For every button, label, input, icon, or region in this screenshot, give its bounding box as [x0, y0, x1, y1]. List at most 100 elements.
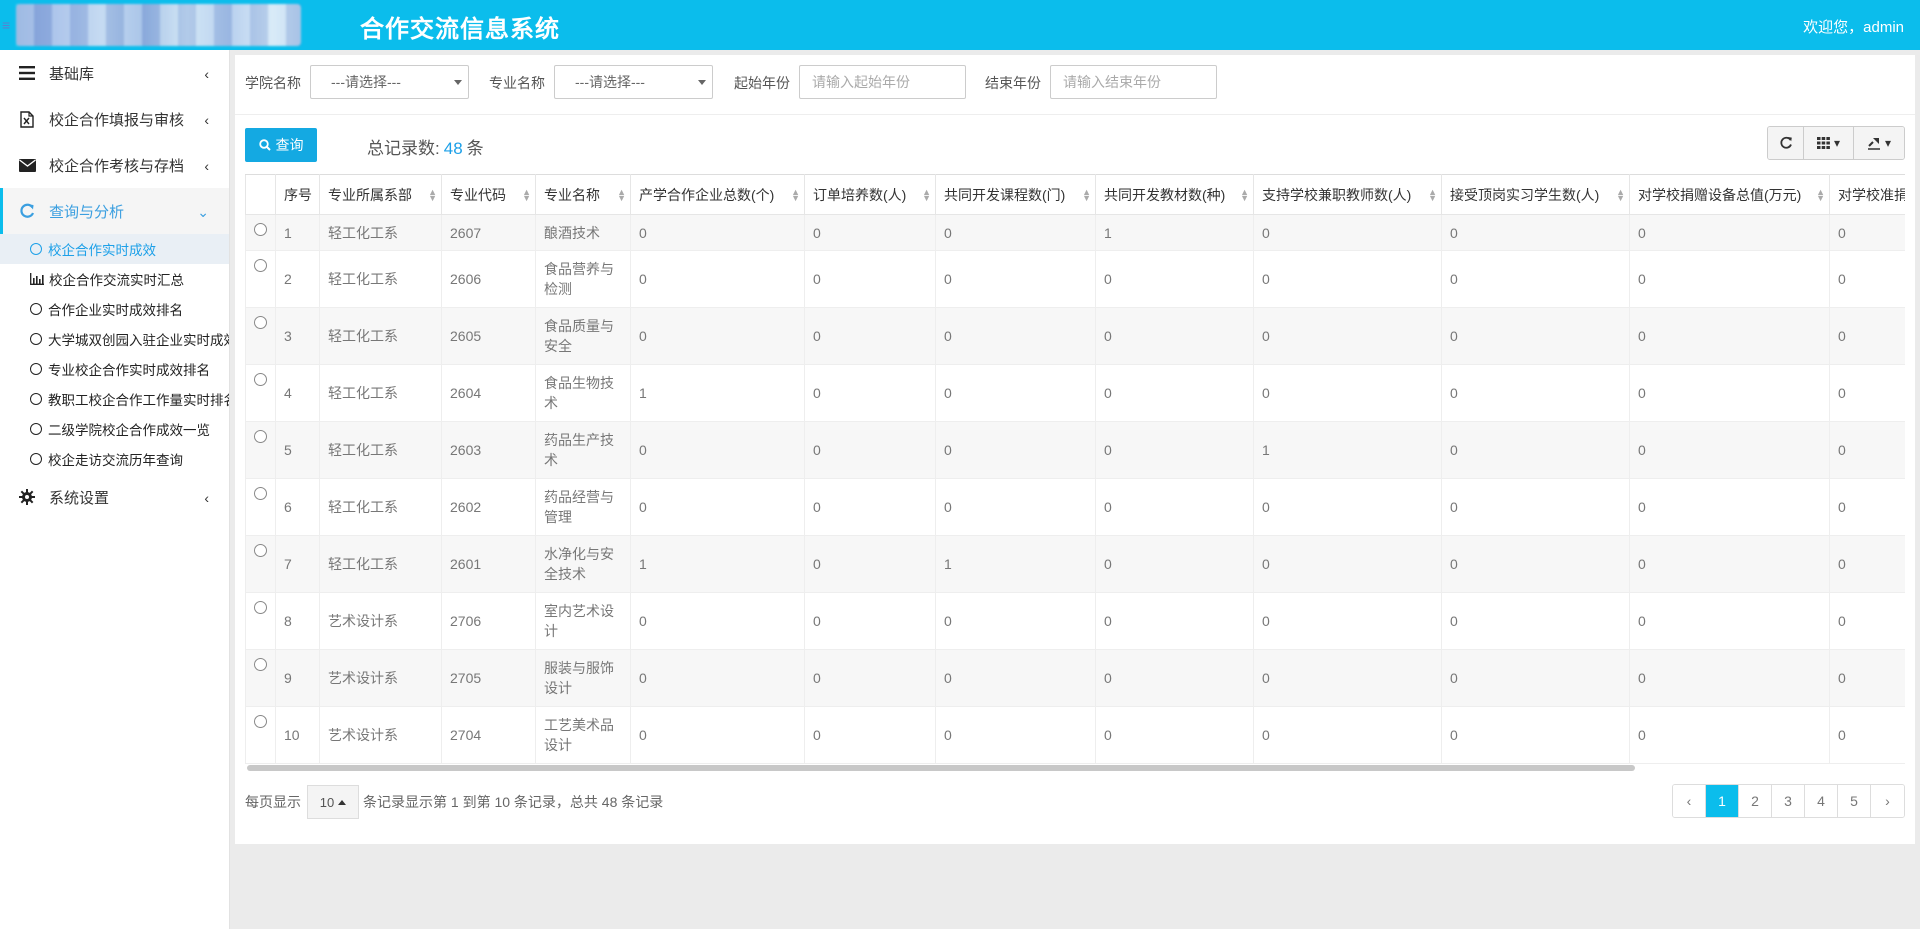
columns-toggle-button[interactable]: ▾ [1804, 127, 1854, 159]
table-cell: 药品经营与管理 [535, 478, 631, 536]
page-1-button[interactable]: 1 [1706, 785, 1739, 817]
header-courses[interactable]: 共同开发课程数(门) ▲ ▼ [935, 174, 1096, 215]
row-radio[interactable] [254, 430, 267, 443]
table-row[interactable]: 6 轻工化工系 2602 药品经营与管理 0 0 0 0 0 0 0 0 [245, 478, 1905, 536]
page-5-button[interactable]: 5 [1838, 785, 1871, 817]
table-row[interactable]: 9 艺术设计系 2705 服装与服饰设计 0 0 0 0 0 0 0 0 [245, 649, 1905, 707]
subitem-staff-workload[interactable]: 教职工校企合作工作量实时排名 [0, 384, 229, 414]
row-radio[interactable] [254, 715, 267, 728]
table-cell: 1 [1095, 214, 1254, 251]
logo-image [16, 4, 301, 46]
subitem-college-overview[interactable]: 二级学院校企合作成效一览 [0, 414, 229, 444]
sidebar-item-basic-library[interactable]: 基础库 ‹ [0, 50, 229, 96]
refresh-button[interactable] [1768, 127, 1804, 159]
circle-icon [30, 423, 42, 435]
subitem-realtime-summary[interactable]: 校企合作交流实时汇总 [0, 264, 229, 294]
row-radio[interactable] [254, 223, 267, 236]
header-more[interactable]: 对学校准捐 [1829, 174, 1905, 215]
row-radio[interactable] [254, 316, 267, 329]
page-size-value: 10 [319, 794, 335, 810]
header-major-name[interactable]: 专业名称 ▲ ▼ [535, 174, 631, 215]
header-order-training[interactable]: 订单培养数(人) ▲ ▼ [804, 174, 936, 215]
row-select-cell [245, 649, 276, 707]
table-cell: 0 [630, 478, 805, 536]
next-page-button[interactable]: › [1871, 785, 1904, 817]
page-3-button[interactable]: 3 [1772, 785, 1805, 817]
table-cell: 轻工化工系 [319, 307, 442, 365]
subitem-enterprise-ranking[interactable]: 合作企业实时成效排名 [0, 294, 229, 324]
subitem-startup-park[interactable]: 大学城双创园入驻企业实时成效 [0, 324, 229, 354]
header-major-code[interactable]: 专业代码 ▲ ▼ [441, 174, 536, 215]
table-cell: 0 [1829, 535, 1905, 593]
table-cell: 水净化与安全技术 [535, 535, 631, 593]
sort-icon: ▲ ▼ [522, 187, 531, 203]
row-radio[interactable] [254, 373, 267, 386]
prev-page-button[interactable]: ‹ [1673, 785, 1706, 817]
welcome-user[interactable]: 欢迎您，admin [1803, 16, 1904, 37]
table-cell: 0 [630, 214, 805, 251]
table-cell: 0 [804, 649, 936, 707]
table-cell: 0 [804, 214, 936, 251]
row-radio[interactable] [254, 544, 267, 557]
header-textbooks[interactable]: 共同开发教材数(种) ▲ ▼ [1095, 174, 1254, 215]
header-part-time-teachers[interactable]: 支持学校兼职教师数(人) ▲ ▼ [1253, 174, 1442, 215]
table-cell: 0 [1629, 307, 1830, 365]
subitem-major-ranking[interactable]: 专业校企合作实时成效排名 [0, 354, 229, 384]
row-radio[interactable] [254, 487, 267, 500]
table-cell: 艺术设计系 [319, 649, 442, 707]
sidebar-item-assessment-archive[interactable]: 校企合作考核与存档 ‹ [0, 142, 229, 188]
table-row[interactable]: 1 轻工化工系 2607 酿酒技术 0 0 0 1 0 0 0 0 [245, 214, 1905, 251]
sidebar-item-fill-review[interactable]: 校企合作填报与审核 ‹ [0, 96, 229, 142]
chevron-left-icon: ‹ [204, 66, 209, 82]
subitem-label: 校企合作交流实时汇总 [49, 273, 184, 288]
table-cell: 0 [1829, 214, 1905, 251]
chevron-left-icon: ‹ [204, 490, 209, 506]
query-button[interactable]: 查询 [245, 128, 317, 162]
header-index[interactable]: 序号 [275, 174, 320, 215]
menu-icon [18, 64, 36, 82]
hamburger-menu-icon[interactable]: ≡ [2, 17, 16, 33]
refresh-icon [18, 202, 36, 220]
horizontal-scrollbar[interactable] [247, 765, 1635, 771]
envelope-icon [18, 156, 36, 174]
row-radio[interactable] [254, 259, 267, 272]
page-4-button[interactable]: 4 [1805, 785, 1838, 817]
major-select[interactable]: ---请选择--- [554, 65, 713, 99]
subitem-label: 专业校企合作实时成效排名 [48, 363, 210, 378]
table-row[interactable]: 5 轻工化工系 2603 药品生产技术 0 0 0 0 1 0 0 0 [245, 421, 1905, 479]
table-cell: 服装与服饰设计 [535, 649, 631, 707]
table-row[interactable]: 3 轻工化工系 2605 食品质量与安全 0 0 0 0 0 0 0 0 [245, 307, 1905, 365]
table-row[interactable]: 10 艺术设计系 2704 工艺美术品设计 0 0 0 0 0 0 0 0 [245, 706, 1905, 764]
table-cell: 0 [630, 307, 805, 365]
table-row[interactable]: 4 轻工化工系 2604 食品生物技术 1 0 0 0 0 0 0 0 [245, 364, 1905, 422]
table-row[interactable]: 8 艺术设计系 2706 室内艺术设计 0 0 0 0 0 0 0 0 [245, 592, 1905, 650]
sidebar-item-query-analysis[interactable]: 查询与分析 ⌄ [0, 188, 229, 234]
start-year-input[interactable] [799, 65, 966, 99]
subitem-realtime-effect[interactable]: 校企合作实时成效 [0, 234, 229, 264]
row-radio[interactable] [254, 658, 267, 671]
table-cell: 1 [275, 214, 320, 251]
table-cell: 0 [1829, 649, 1905, 707]
page-2-button[interactable]: 2 [1739, 785, 1772, 817]
sidebar-item-system-settings[interactable]: 系统设置 ‹ [0, 474, 229, 520]
header-enterprise-total[interactable]: 产学合作企业总数(个) ▲ ▼ [630, 174, 805, 215]
row-radio[interactable] [254, 601, 267, 614]
table-cell: 0 [804, 364, 936, 422]
header-department[interactable]: 专业所属系部 ▲ ▼ [319, 174, 442, 215]
header-interns[interactable]: 接受顶岗实习学生数(人) ▲ ▼ [1441, 174, 1630, 215]
table-cell: 0 [1829, 250, 1905, 308]
page-size-dropdown[interactable]: 10 [307, 785, 359, 819]
table-cell: 0 [630, 706, 805, 764]
table-cell: 0 [1629, 214, 1830, 251]
table-row[interactable]: 7 轻工化工系 2601 水净化与安全技术 1 0 1 0 0 0 0 0 [245, 535, 1905, 593]
table-cell: 0 [1829, 478, 1905, 536]
subitem-label: 教职工校企合作工作量实时排名 [48, 393, 229, 408]
college-select[interactable]: ---请选择--- [310, 65, 469, 99]
table-cell: 0 [935, 649, 1096, 707]
end-year-input[interactable] [1050, 65, 1217, 99]
subitem-visit-history[interactable]: 校企走访交流历年查询 [0, 444, 229, 474]
table-cell: 轻工化工系 [319, 535, 442, 593]
export-button[interactable]: ▾ [1854, 127, 1904, 159]
table-row[interactable]: 2 轻工化工系 2606 食品营养与检测 0 0 0 0 0 0 0 0 [245, 250, 1905, 308]
header-donated-equipment[interactable]: 对学校捐赠设备总值(万元) ▲ ▼ [1629, 174, 1830, 215]
